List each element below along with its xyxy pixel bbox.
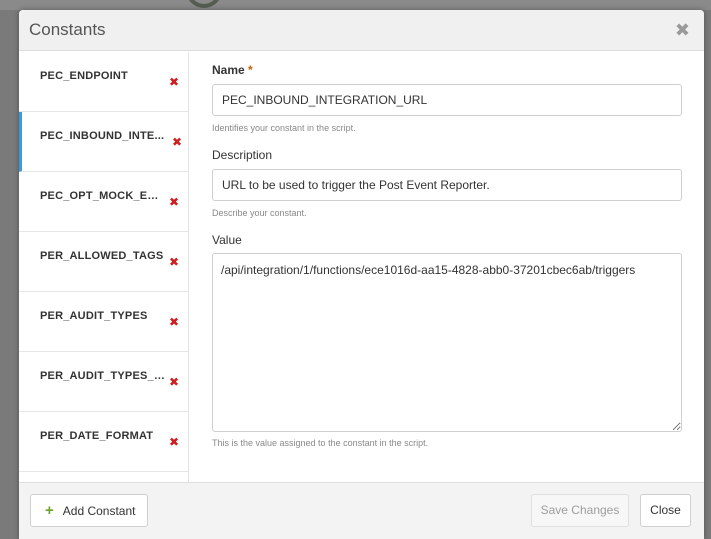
- backdrop: [0, 0, 711, 10]
- sidebar-item-label: PEC_ENDPOINT: [40, 70, 128, 82]
- sidebar-item-per-audit-types-a[interactable]: PER_AUDIT_TYPES_A... ✖: [19, 352, 188, 412]
- name-help-text: Identifies your constant in the script.: [212, 123, 356, 133]
- sidebar-item-pec-endpoint[interactable]: PEC_ENDPOINT ✖: [19, 52, 188, 112]
- sidebar-item-pec-inbound-integration-url[interactable]: PEC_INBOUND_INTE... ✖: [19, 112, 188, 172]
- value-help-text: This is the value assigned to the consta…: [212, 438, 429, 448]
- delete-icon[interactable]: ✖: [169, 376, 179, 388]
- name-label-text: Name: [212, 63, 245, 77]
- plus-icon: +: [45, 502, 54, 519]
- add-constant-label: Add Constant: [62, 504, 136, 518]
- sidebar-item-label: PER_DATE_FORMAT: [40, 430, 154, 442]
- required-marker: *: [248, 63, 253, 77]
- sidebar-item-label: PER_AUDIT_TYPES: [40, 310, 148, 322]
- name-field[interactable]: [212, 84, 682, 116]
- constants-list: PEC_ENDPOINT ✖ PEC_INBOUND_INTE... ✖ PEC…: [19, 52, 189, 482]
- sidebar-item-per-date-format[interactable]: PER_DATE_FORMAT ✖: [19, 412, 188, 472]
- name-label: Name *: [212, 63, 253, 77]
- delete-icon[interactable]: ✖: [169, 316, 179, 328]
- description-field[interactable]: [212, 169, 682, 201]
- delete-icon[interactable]: ✖: [169, 76, 179, 88]
- sidebar-item-per-allowed-tags[interactable]: PER_ALLOWED_TAGS ✖: [19, 232, 188, 292]
- sidebar-item-pec-opt-mock[interactable]: PEC_OPT_MOCK_EN... ✖: [19, 172, 188, 232]
- sidebar-item-label: PER_ALLOWED_TAGS: [40, 250, 164, 262]
- sidebar-item-label: PEC_OPT_MOCK_EN...: [40, 190, 165, 202]
- dialog-title: Constants: [29, 20, 106, 39]
- sidebar-item-label: PEC_INBOUND_INTE...: [40, 130, 165, 142]
- constants-dialog: Constants ✖ PEC_ENDPOINT ✖ PEC_INBOUND_I…: [19, 10, 704, 539]
- delete-icon[interactable]: ✖: [169, 256, 179, 268]
- close-icon[interactable]: ✖: [675, 21, 690, 39]
- dialog-footer: + Add Constant Save Changes Close: [19, 482, 704, 539]
- save-changes-button[interactable]: Save Changes: [531, 494, 629, 527]
- delete-icon[interactable]: ✖: [169, 196, 179, 208]
- close-button[interactable]: Close: [640, 494, 691, 527]
- delete-icon[interactable]: ✖: [169, 436, 179, 448]
- description-help-text: Describe your constant.: [212, 208, 307, 218]
- sidebar-item-label: PER_AUDIT_TYPES_A...: [40, 370, 165, 382]
- sidebar-item-per-audit-types[interactable]: PER_AUDIT_TYPES ✖: [19, 292, 188, 352]
- dialog-header: Constants ✖: [19, 10, 704, 51]
- value-label: Value: [212, 233, 242, 247]
- add-constant-button[interactable]: + Add Constant: [30, 494, 148, 527]
- delete-icon[interactable]: ✖: [172, 136, 182, 148]
- description-label: Description: [212, 148, 273, 162]
- value-field[interactable]: /api/integration/1/functions/ece1016d-aa…: [212, 253, 682, 432]
